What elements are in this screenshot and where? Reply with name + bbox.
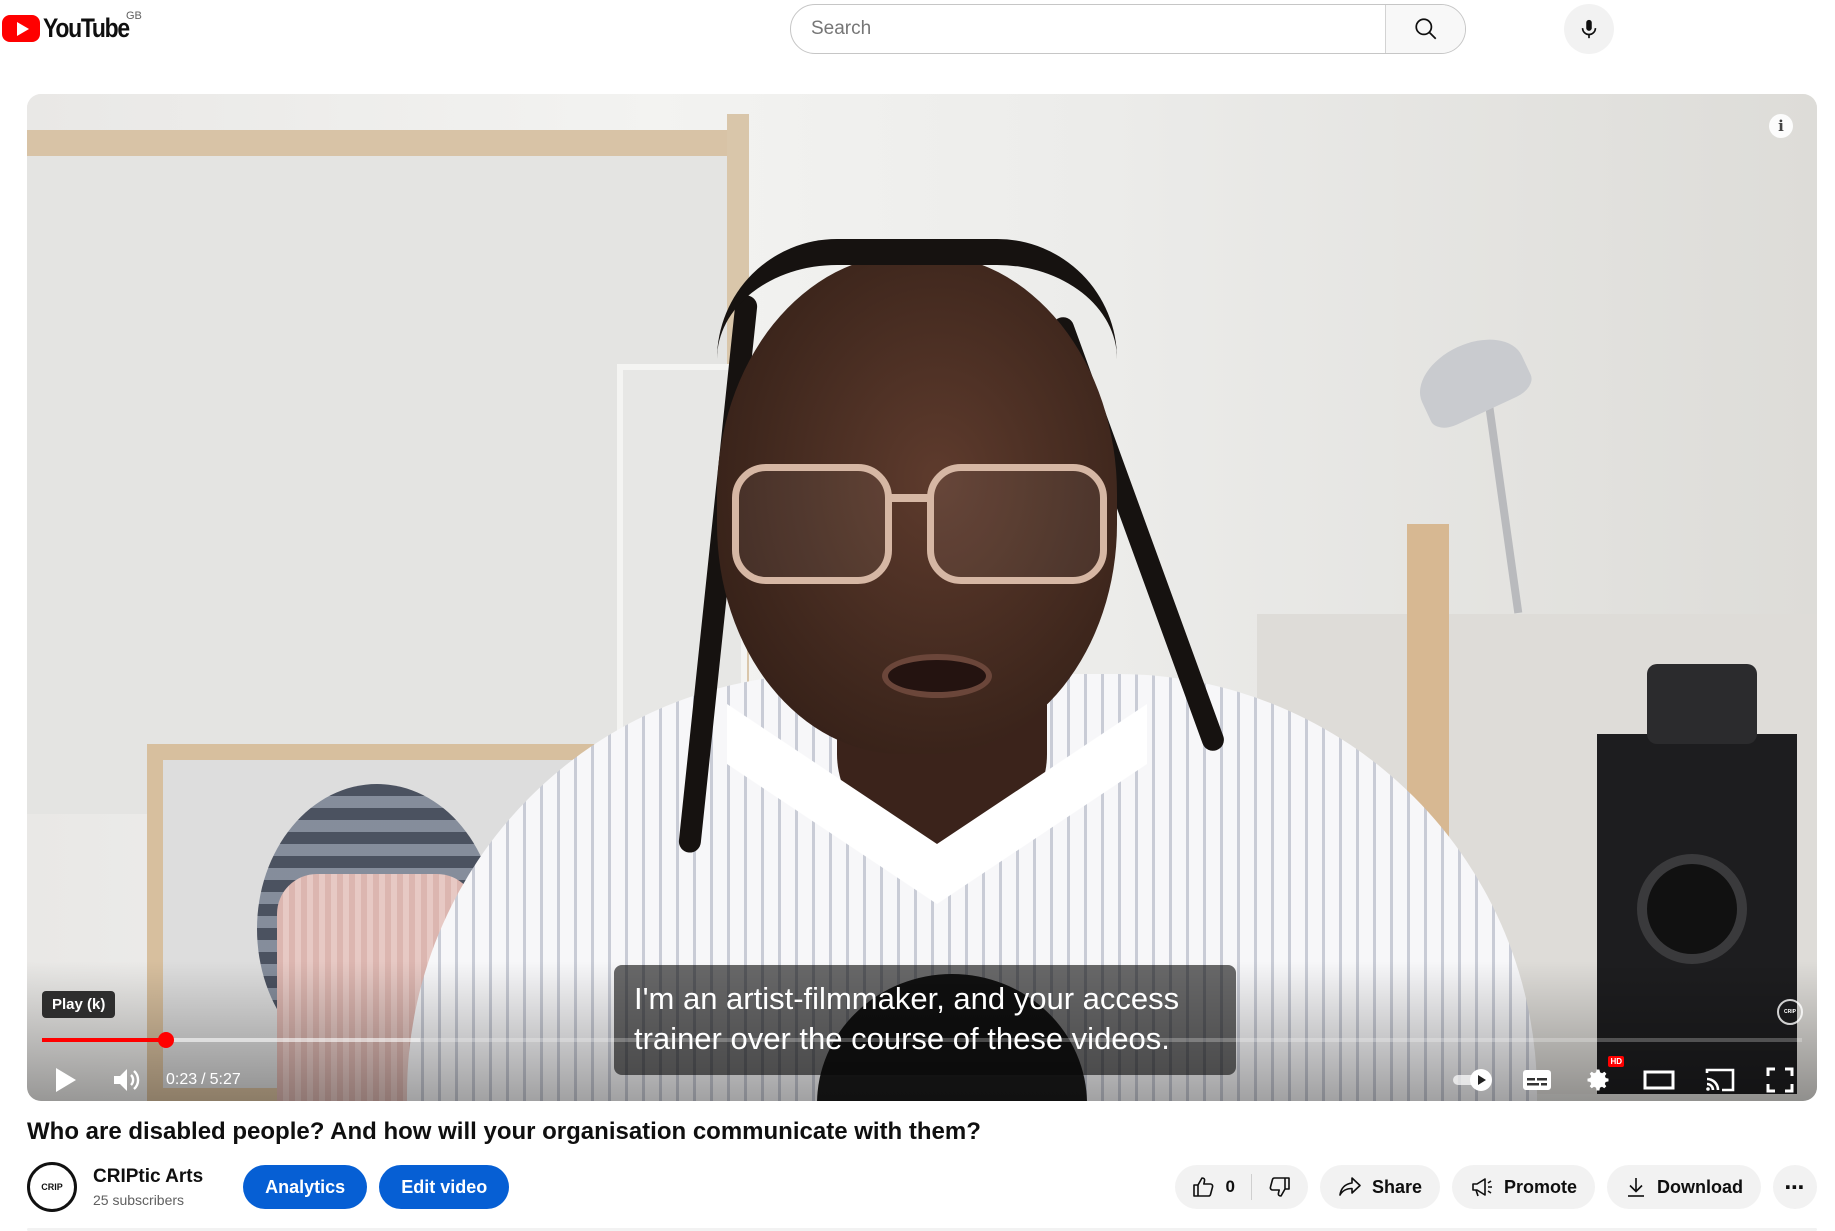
settings-button[interactable]: HD	[1578, 1056, 1624, 1100]
play-button[interactable]	[47, 1060, 83, 1100]
autoplay-toggle[interactable]	[1449, 1060, 1497, 1100]
like-button[interactable]: 0	[1175, 1165, 1250, 1209]
volume-button[interactable]	[107, 1060, 147, 1100]
country-code: GB	[126, 10, 142, 22]
like-count: 0	[1225, 1177, 1235, 1196]
caption-line: I'm an artist-filmmaker, and your access	[634, 981, 1180, 1016]
current-time: 0:23	[166, 1071, 198, 1088]
fullscreen-button[interactable]	[1759, 1060, 1801, 1100]
video-player[interactable]: i I'm an artist-filmmaker, and your acce…	[27, 94, 1817, 1101]
subtitles-icon	[1523, 1070, 1551, 1090]
theater-mode-icon	[1643, 1070, 1675, 1090]
cast-button[interactable]	[1699, 1060, 1741, 1100]
search-icon	[1414, 18, 1436, 40]
play-tooltip: Play (k)	[42, 991, 116, 1018]
youtube-logo[interactable]: YouTube	[2, 13, 144, 43]
voice-search-button[interactable]	[1564, 4, 1614, 54]
theater-mode-button[interactable]	[1638, 1060, 1680, 1100]
channel-name[interactable]: CRIPtic Arts	[93, 1166, 203, 1188]
play-icon	[56, 1068, 76, 1092]
video-title: Who are disabled people? And how will yo…	[27, 1118, 981, 1145]
duration: 5:27	[209, 1071, 241, 1088]
channel-watermark[interactable]: CRIP	[1777, 999, 1803, 1025]
volume-icon	[114, 1069, 140, 1091]
download-icon	[1628, 1178, 1644, 1197]
cast-icon	[1705, 1068, 1735, 1092]
download-button[interactable]: Download	[1607, 1165, 1761, 1209]
edit-video-button[interactable]: Edit video	[379, 1165, 510, 1209]
subscriber-count: 25 subscribers	[93, 1192, 185, 1208]
search-box	[790, 4, 1466, 54]
progress-played	[42, 1038, 166, 1042]
mic-icon	[1581, 19, 1597, 39]
thumbs-up-icon	[1193, 1177, 1214, 1197]
subtitles-button[interactable]	[1517, 1060, 1557, 1100]
masthead: YouTube GB	[0, 0, 1835, 64]
search-input[interactable]	[791, 5, 1385, 53]
analytics-button[interactable]: Analytics	[243, 1165, 368, 1209]
autoplay-toggle-icon	[1453, 1069, 1492, 1091]
promote-label: Promote	[1503, 1176, 1577, 1197]
scrubber-handle[interactable]	[157, 1032, 174, 1048]
action-bar: 0 Share Promote Download ⋯	[1175, 1165, 1817, 1209]
info-icon[interactable]: i	[1769, 114, 1793, 138]
like-dislike-group: 0	[1175, 1165, 1308, 1209]
megaphone-icon	[1472, 1178, 1492, 1197]
caption-box[interactable]: I'm an artist-filmmaker, and your access…	[614, 965, 1236, 1075]
thumbs-down-icon	[1269, 1177, 1290, 1197]
channel-avatar[interactable]: CRIP	[27, 1162, 77, 1212]
dislike-button[interactable]	[1252, 1165, 1308, 1209]
share-icon	[1339, 1177, 1361, 1196]
video-frame	[27, 94, 1817, 1101]
time-display: 0:23 / 5:27	[166, 1062, 245, 1098]
settings-icon	[1587, 1069, 1609, 1091]
fullscreen-icon	[1766, 1067, 1794, 1093]
share-button[interactable]: Share	[1319, 1165, 1440, 1209]
hd-badge: HD	[1608, 1056, 1624, 1067]
download-label: Download	[1657, 1176, 1743, 1197]
channel-info: CRIPtic Arts 25 subscribers	[93, 1166, 203, 1208]
progress-bar[interactable]	[42, 1032, 1802, 1048]
youtube-logo-icon	[2, 14, 40, 42]
search-button[interactable]	[1385, 5, 1465, 53]
time-separator: /	[201, 1071, 206, 1088]
promote-button[interactable]: Promote	[1451, 1165, 1595, 1209]
logo-text: YouTube	[43, 12, 130, 43]
share-label: Share	[1371, 1176, 1422, 1197]
owner-row: CRIP CRIPtic Arts 25 subscribers Analyti…	[27, 1162, 510, 1212]
more-actions-button[interactable]: ⋯	[1773, 1165, 1817, 1209]
